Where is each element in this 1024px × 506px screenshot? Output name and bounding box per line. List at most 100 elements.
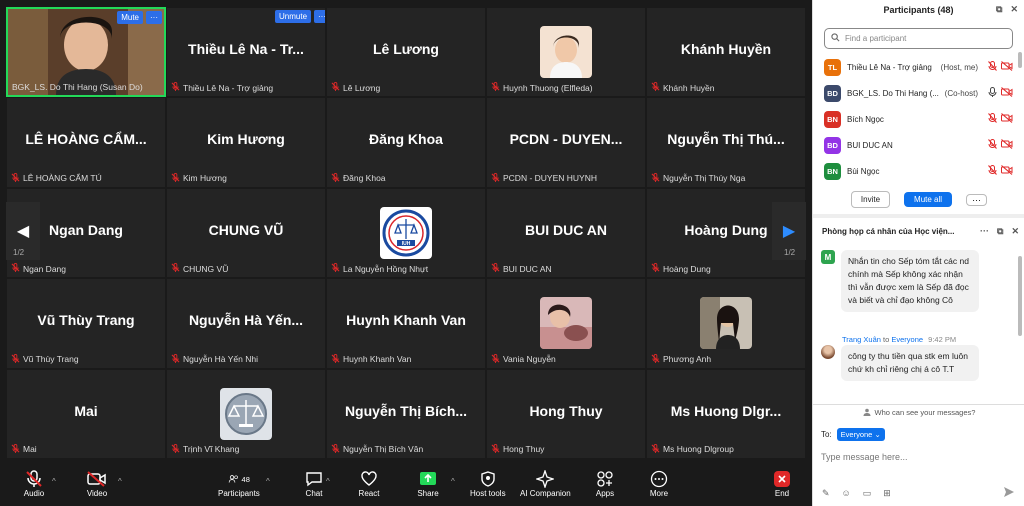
chat-button[interactable]: Chat [303, 469, 325, 498]
chat-message-input[interactable] [821, 448, 1017, 466]
participant-tile[interactable]: LÊ HOÀNG CẨM... LÊ HOÀNG CẨM TÚ [6, 97, 166, 188]
chat-tools: ✎ ☺ ▭ ⊞ [822, 488, 891, 499]
participant-tile[interactable]: Mai Mai [6, 368, 166, 459]
send-icon[interactable] [1003, 486, 1017, 500]
mic-icon[interactable] [988, 87, 997, 99]
avatar: BN [824, 110, 841, 128]
file-icon[interactable]: ▭ [863, 488, 872, 499]
participants-options-caret[interactable]: ^ [266, 477, 270, 486]
participant-status-icons [988, 113, 1013, 125]
sparkle-icon [534, 469, 556, 489]
participant-tile[interactable]: Ms Huong Dlgr... Ms Huong Dlgroup [646, 368, 806, 459]
recipient-name: Everyone [891, 335, 924, 344]
end-button[interactable]: End [771, 469, 793, 498]
participant-tile[interactable]: Nguyễn Thị Thú... Nguyễn Thị Thúy Nga [646, 97, 806, 188]
participant-name: Bùi Ngọc [847, 166, 880, 176]
participant-tile[interactable]: Huynh Thuong (Elfleda) [486, 7, 646, 98]
popout-icon[interactable]: ⧉ [996, 4, 1002, 15]
video-off-icon[interactable] [1001, 87, 1013, 99]
participants-button[interactable]: 48 Participants [218, 469, 260, 499]
participants-more-button[interactable]: ··· [966, 193, 988, 206]
video-off-icon[interactable] [1001, 113, 1013, 125]
tile-display-name: Huynh Khanh Van [346, 312, 466, 329]
mic-muted-icon[interactable] [988, 139, 997, 151]
video-options-caret[interactable]: ^ [118, 477, 122, 486]
close-icon[interactable]: ✕ [1011, 226, 1019, 237]
participants-panel-title: Participants (48) [883, 5, 954, 15]
tile-more-button[interactable]: ··· [146, 11, 162, 24]
chevron-right-icon: ▶ [782, 223, 796, 240]
apps-button[interactable]: Apps [594, 469, 616, 498]
mute-button[interactable]: Mute [117, 11, 143, 24]
participant-tile[interactable]: PCDN - DUYEN... PCDN - DUYEN HUYNH [486, 97, 646, 188]
more-button[interactable]: More [648, 469, 670, 498]
participant-tile[interactable]: Đăng Khoa Đăng Khoa [326, 97, 486, 188]
tile-more-button[interactable]: ··· [314, 10, 325, 23]
video-off-icon[interactable] [1001, 139, 1013, 151]
video-off-icon [86, 469, 108, 489]
participant-tile[interactable]: CHUNG VŨ CHUNG VŨ [166, 187, 326, 279]
mic-muted-icon[interactable] [988, 113, 997, 125]
audio-options-caret[interactable]: ^ [52, 477, 56, 486]
close-icon[interactable]: ✕ [1010, 4, 1018, 15]
participant-tile[interactable]: Lê Lương Lê Lương [326, 7, 486, 98]
participant-row[interactable]: TL Thiều Lê Na - Trợ giảng (Host, me) [813, 54, 1024, 80]
chat-more-icon[interactable]: ··· [980, 226, 989, 237]
participant-row[interactable]: BN Bích Ngọc [813, 106, 1024, 132]
participant-row[interactable]: BD BUI DUC AN [813, 132, 1024, 158]
mic-muted-icon [331, 172, 340, 184]
participant-tile[interactable]: IUH La Nguyễn Hồng Nhựt [326, 187, 486, 279]
heart-icon [358, 469, 380, 489]
participant-tile[interactable]: Nguyễn Thị Bích... Nguyễn Thị Bích Vân [326, 368, 486, 459]
format-icon[interactable]: ✎ [822, 488, 830, 499]
ai-companion-button[interactable]: AI Companion [520, 469, 571, 498]
sender-name: Trang Xuân [842, 335, 881, 344]
popout-icon[interactable]: ⧉ [997, 226, 1003, 237]
participant-tile[interactable]: BUI DUC AN BUI DUC AN [486, 187, 646, 279]
tile-name-label: Lê Lương [331, 82, 481, 93]
participant-tile[interactable]: Hong Thuy Hong Thuy [486, 368, 646, 459]
video-off-icon[interactable] [1001, 165, 1013, 177]
participant-tile[interactable]: Nguyễn Hà Yến... Nguyễn Hà Yến Nhi [166, 278, 326, 369]
recipient-dropdown[interactable]: Everyone ⌄ [836, 428, 885, 441]
who-can-see-link[interactable]: Who can see your messages? [813, 404, 1024, 420]
share-options-caret[interactable]: ^ [451, 477, 455, 486]
participant-tile[interactable]: Trịnh Vĩ Khang [166, 368, 326, 459]
participant-search[interactable]: Find a participant [824, 28, 1013, 49]
participant-tile[interactable]: Huynh Khanh Van Huynh Khanh Van [326, 278, 486, 369]
share-button[interactable]: Share [417, 469, 439, 498]
participant-tile[interactable]: Phương Anh [646, 278, 806, 369]
participant-tile[interactable]: Thiều Lê Na - Tr... Thiều Lê Na - Trợ giả… [166, 7, 326, 98]
participant-tile[interactable]: Vũ Thùy Trang Vũ Thùy Trang [6, 278, 166, 369]
participant-row[interactable]: BN Bùi Ngọc [813, 158, 1024, 184]
react-button[interactable]: React [358, 469, 380, 498]
chat-scrollbar[interactable] [1018, 256, 1022, 336]
search-icon [831, 33, 840, 44]
participant-scrollbar[interactable] [1018, 52, 1022, 68]
host-tools-button[interactable]: Host tools [470, 469, 506, 498]
page-indicator-right: 1/2 [784, 248, 796, 257]
screenshot-icon[interactable]: ⊞ [883, 488, 891, 499]
tile-name-label: Khánh Huyền [651, 82, 801, 93]
participant-name: Thiều Lê Na - Trợ giảng [847, 62, 932, 72]
video-button[interactable]: Video [86, 469, 108, 498]
mic-muted-icon[interactable] [988, 165, 997, 177]
emoji-icon[interactable]: ☺ [842, 488, 851, 499]
tile-display-name: BUI DUC AN [525, 221, 607, 238]
invite-button[interactable]: Invite [850, 191, 891, 208]
logo-text: IUH [402, 241, 411, 247]
mute-all-button[interactable]: Mute all [904, 192, 953, 207]
participant-row[interactable]: BD BGK_LS. Do Thi Hang (... (Co-host) [813, 80, 1024, 106]
audio-button[interactable]: Audio [23, 469, 45, 498]
participant-tile[interactable]: BGK_LS. Do Thi Hang (Susan Do) Mute ··· [6, 7, 166, 98]
participant-tile[interactable]: Khánh Huyền Khánh Huyền [646, 7, 806, 98]
mic-muted-icon [651, 172, 660, 184]
participant-tile[interactable]: Vania Nguyễn [486, 278, 646, 369]
unmute-button[interactable]: Unmute [275, 10, 312, 23]
panel-divider[interactable] [813, 214, 1024, 218]
chat-options-caret[interactable]: ^ [326, 477, 330, 486]
video-off-icon[interactable] [1001, 61, 1013, 73]
participant-tile[interactable]: Kim Hương Kim Hương [166, 97, 326, 188]
mic-muted-icon[interactable] [988, 61, 997, 73]
mic-muted-icon [331, 82, 340, 93]
